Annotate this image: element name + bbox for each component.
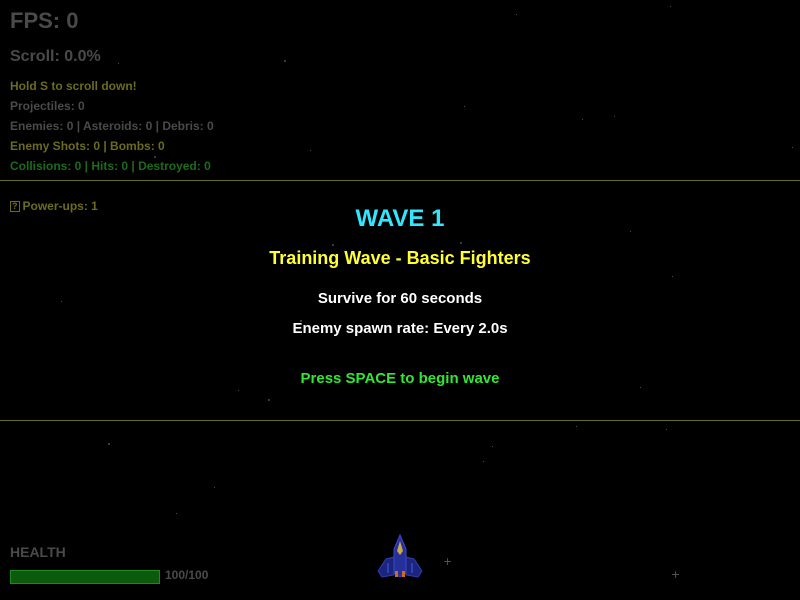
star bbox=[238, 390, 239, 391]
spaceship-icon bbox=[377, 533, 423, 578]
star bbox=[154, 156, 156, 158]
health-label: HEALTH bbox=[10, 544, 66, 560]
star bbox=[332, 244, 334, 246]
projectiles-count: Projectiles: 0 bbox=[10, 99, 85, 113]
fps-counter: FPS: 0 bbox=[10, 8, 79, 33]
star bbox=[666, 429, 667, 430]
health-value: 100/100 bbox=[165, 568, 209, 582]
star bbox=[108, 443, 110, 445]
sparkle-icon: + bbox=[671, 568, 681, 581]
star bbox=[640, 387, 641, 388]
sparkle-icon: + bbox=[443, 555, 453, 568]
banner-bottom-divider bbox=[0, 420, 800, 421]
star bbox=[670, 6, 671, 7]
health-bar bbox=[10, 570, 160, 584]
star bbox=[792, 147, 793, 148]
star bbox=[483, 461, 484, 462]
game-canvas[interactable]: + + FPS: 0 Scroll: 0.0% Hold S to scroll… bbox=[0, 0, 800, 600]
star bbox=[492, 446, 493, 447]
star bbox=[576, 426, 577, 427]
enemy-shots-count: Enemy Shots: 0 | Bombs: 0 bbox=[10, 139, 165, 153]
star bbox=[614, 116, 615, 117]
spawn-rate-info: Enemy spawn rate: Every 2.0s bbox=[292, 320, 508, 337]
wave-subtitle: Training Wave - Basic Fighters bbox=[269, 248, 531, 268]
star bbox=[464, 106, 465, 107]
scroll-readout: Scroll: 0.0% bbox=[10, 48, 101, 65]
star bbox=[118, 63, 119, 64]
star bbox=[672, 276, 673, 277]
star bbox=[516, 14, 517, 15]
entity-counts: Enemies: 0 | Asteroids: 0 | Debris: 0 bbox=[10, 119, 214, 133]
star bbox=[214, 487, 215, 488]
star bbox=[268, 399, 270, 401]
wave-title: WAVE 1 bbox=[355, 205, 445, 232]
star bbox=[284, 60, 286, 62]
scroll-hint: Hold S to scroll down! bbox=[10, 79, 137, 93]
star bbox=[310, 150, 311, 151]
star bbox=[582, 119, 583, 120]
health-bar-fill bbox=[11, 571, 159, 583]
star bbox=[176, 513, 177, 514]
wave-objective: Survive for 60 seconds bbox=[317, 290, 483, 307]
collision-stats: Collisions: 0 | Hits: 0 | Destroyed: 0 bbox=[10, 159, 211, 173]
begin-wave-prompt[interactable]: Press SPACE to begin wave bbox=[0, 370, 800, 387]
banner-top-divider bbox=[0, 180, 800, 181]
star bbox=[460, 242, 462, 244]
